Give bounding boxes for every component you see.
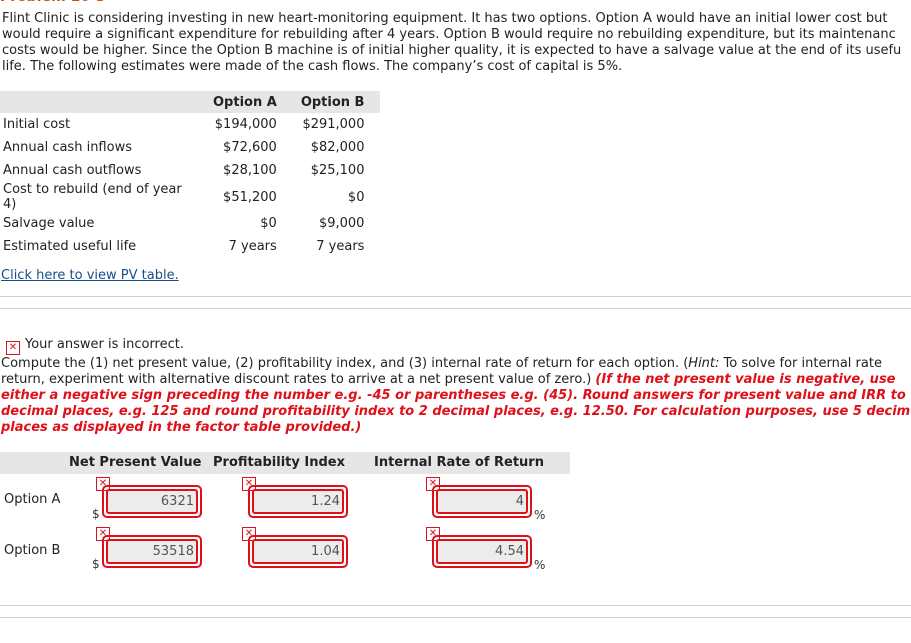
- row-label: Estimated useful life: [3, 239, 137, 254]
- option-b-npv-field[interactable]: ✕ 53518: [96, 527, 204, 571]
- header-option-b: Option B: [292, 91, 381, 113]
- rounding-instruction: either a negative sign preceding the num…: [1, 388, 906, 403]
- header-profitability-index: Profitability Index: [213, 455, 345, 470]
- table-row: Annual cash inflows $72,600 $82,000: [0, 136, 380, 159]
- estimates-header-row: Option A Option B: [0, 91, 381, 113]
- table-row: Initial cost $194,000 $291,000: [0, 113, 380, 136]
- intro-line: life. The following estimates were made …: [2, 59, 623, 74]
- option-a-irr-field[interactable]: ✕ 4: [426, 477, 534, 521]
- header-net-present-value: Net Present Value: [69, 455, 202, 470]
- option-a-npv-input[interactable]: 6321: [106, 489, 198, 514]
- option-b-irr-input[interactable]: 4.54: [436, 539, 528, 564]
- intro-line: costs would be higher. Since the Option …: [2, 43, 902, 58]
- estimates-header-blank: [0, 91, 205, 113]
- rounding-instruction: decimal places, e.g. 125 and round profi…: [1, 404, 911, 419]
- table-row: Cost to rebuild (end of year 4) $51,200 …: [0, 182, 380, 212]
- rounding-instruction: places as displayed in the factor table …: [1, 420, 362, 435]
- incorrect-x-icon: ✕: [6, 341, 20, 355]
- header-option-a: Option A: [205, 91, 293, 113]
- instructions: Compute the (1) net present value, (2) p…: [1, 356, 911, 436]
- row-label: Initial cost: [3, 117, 71, 132]
- option-b-pi-field[interactable]: ✕ 1.04: [242, 527, 350, 571]
- option-a-value: $0: [260, 216, 277, 231]
- feedback-message: ✕ Your answer is incorrect.: [6, 337, 184, 355]
- percent-symbol: %: [534, 558, 546, 572]
- option-a-value: $194,000: [214, 117, 277, 132]
- row-label-option-b: Option B: [4, 543, 61, 558]
- rounding-instruction: (If the net present value is negative, u…: [595, 372, 896, 387]
- option-a-value: $51,200: [223, 189, 277, 205]
- intro-line: would require a significant expenditure …: [2, 27, 896, 42]
- option-a-irr-input[interactable]: 4: [436, 489, 528, 514]
- instruction-text: Compute the (1) net present value, (2) p…: [1, 356, 689, 371]
- option-b-value: $82,000: [310, 140, 365, 155]
- instruction-line: Compute the (1) net present value, (2) p…: [1, 356, 911, 372]
- option-b-irr-field[interactable]: ✕ 4.54: [426, 527, 534, 571]
- divider: [0, 308, 911, 309]
- option-a-pi-input[interactable]: 1.24: [252, 489, 344, 514]
- instruction-text: return, experiment with alternative disc…: [1, 372, 596, 387]
- option-b-npv-input[interactable]: 53518: [106, 539, 198, 564]
- instruction-line: return, experiment with alternative disc…: [1, 372, 911, 388]
- row-label-option-a: Option A: [4, 492, 61, 507]
- option-b-value: $9,000: [318, 216, 365, 231]
- option-a-npv-field[interactable]: ✕ 6321: [96, 477, 204, 521]
- divider: [0, 617, 911, 618]
- row-label: Annual cash inflows: [3, 140, 132, 155]
- divider: [0, 296, 911, 297]
- divider: [0, 605, 911, 606]
- option-a-value: $72,600: [223, 140, 277, 155]
- feedback-text: Your answer is incorrect.: [25, 337, 184, 352]
- option-a-value: 7 years: [228, 239, 277, 254]
- problem-intro: Flint Clinic is considering investing in…: [2, 11, 911, 75]
- row-label: Salvage value: [3, 216, 95, 231]
- table-row: Annual cash outflows $28,100 $25,100: [0, 159, 380, 182]
- row-label: Cost to rebuild (end of year 4): [3, 182, 182, 212]
- pv-table-link[interactable]: Click here to view PV table.: [1, 268, 179, 283]
- option-b-value: $25,100: [310, 163, 365, 178]
- option-b-value: 7 years: [316, 239, 365, 254]
- hint-label: Hint:: [688, 356, 720, 371]
- option-a-value: $28,100: [223, 163, 277, 178]
- problem-title: Problem 10-3: [0, 0, 106, 5]
- percent-symbol: %: [534, 508, 546, 522]
- instruction-text: To solve for internal rate: [719, 356, 882, 371]
- header-internal-rate-of-return: Internal Rate of Return: [374, 455, 544, 470]
- table-row: Estimated useful life 7 years 7 years: [0, 235, 380, 258]
- option-b-value: $0: [347, 189, 365, 205]
- option-b-pi-input[interactable]: 1.04: [252, 539, 344, 564]
- option-b-value: $291,000: [302, 117, 365, 132]
- row-label: Annual cash outflows: [3, 163, 142, 178]
- option-a-pi-field[interactable]: ✕ 1.24: [242, 477, 350, 521]
- intro-line: Flint Clinic is considering investing in…: [2, 11, 888, 26]
- estimates-table: Option A Option B Initial cost $194,000 …: [0, 91, 381, 258]
- table-row: Salvage value $0 $9,000: [0, 212, 380, 235]
